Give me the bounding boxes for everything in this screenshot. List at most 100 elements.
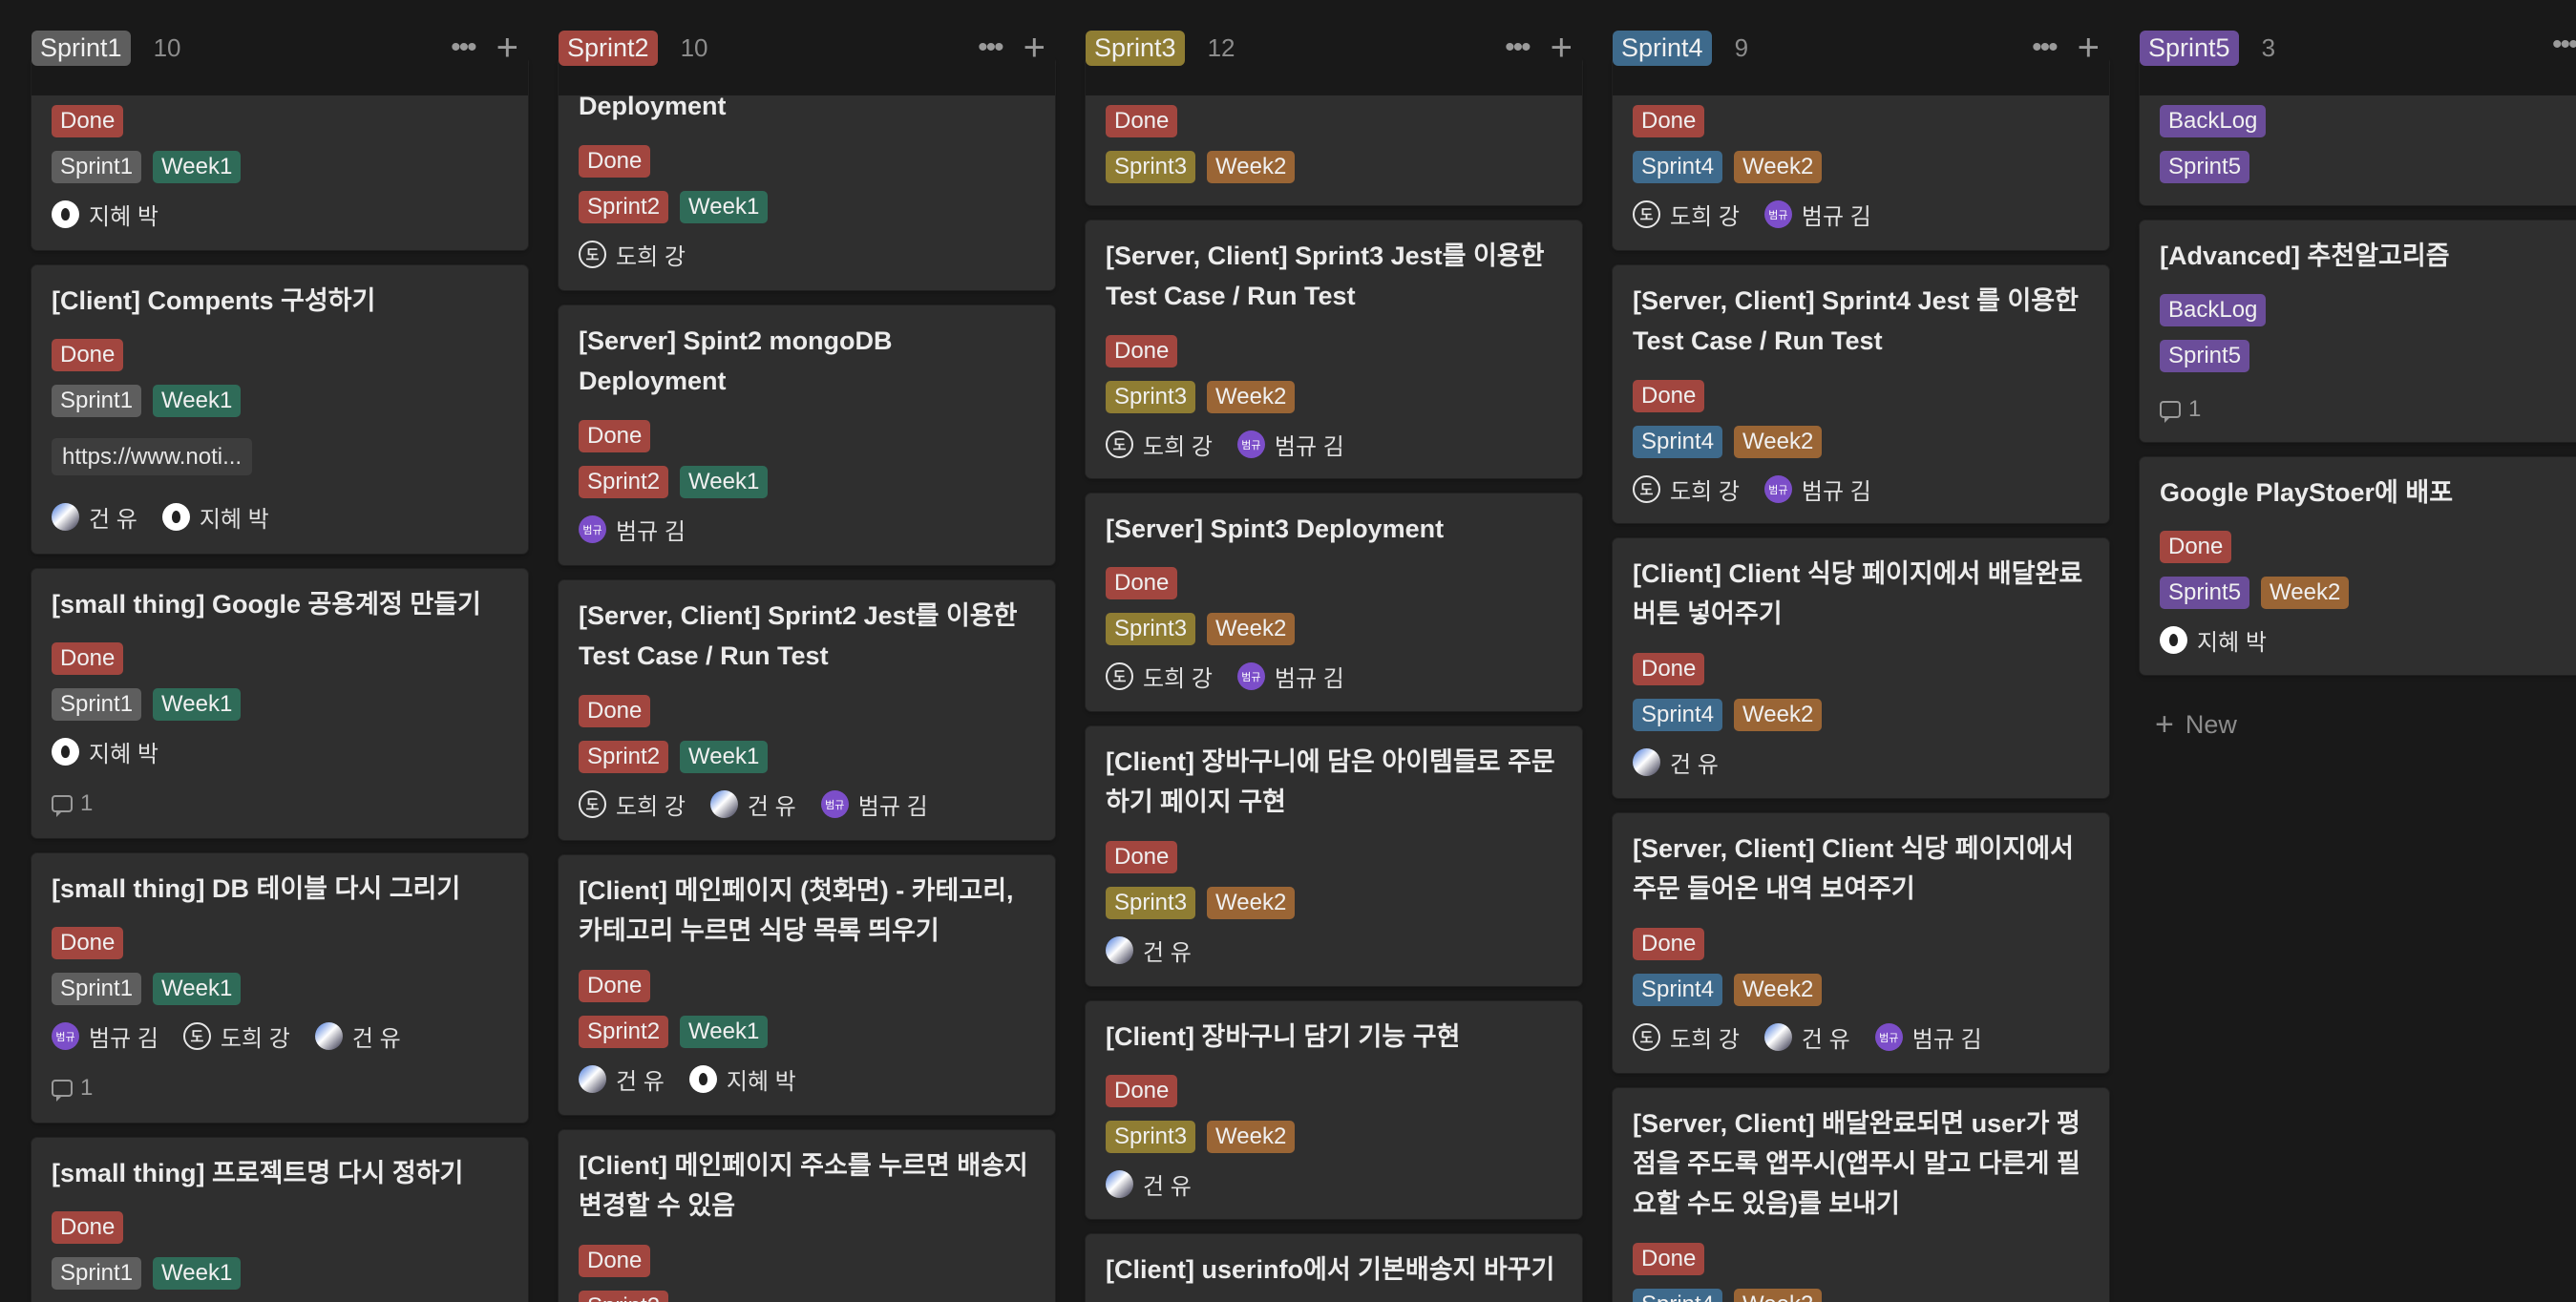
card-title: [Advanced] 추천알고리즘 [2160,242,2450,270]
assignee: 범규 범규 김 [1763,472,1871,506]
avatar: 도 [1633,1023,1660,1051]
week-tag: Week2 [1734,974,1823,1006]
card[interactable]: [Client] 메인페이지 주소를 누르면 배송지 변경할 수 있음 Done… [559,1130,1055,1302]
sprint-tag: Sprint3 [1106,151,1196,183]
sprint-tag: Sprint3 [1106,1121,1196,1153]
assignee: 범규 범규 김 [1236,660,1344,693]
more-options-icon[interactable]: ••• [451,33,476,62]
more-options-icon[interactable]: ••• [2552,31,2576,59]
card[interactable]: [Server] Spint3 Deployment Done Sprint3 … [1086,494,1582,711]
column-title[interactable]: Sprint3 [1086,30,1185,66]
card[interactable]: [Server, Client] Sprint3 Jest를 이용한 Test … [1086,220,1582,478]
comment-icon [52,1080,73,1102]
comment-icon [52,795,73,817]
card[interactable]: [Client] Client 식당 페이지에서 배달완료 버튼 넣어주기 Do… [1613,538,2109,798]
more-options-icon[interactable]: ••• [978,33,1003,62]
status-tag: Done [1106,841,1178,873]
week-tag: Week2 [1207,151,1296,183]
new-card-button[interactable]: + New [2155,706,2237,744]
card-title: [Client] userinfo에서 기본배송지 바꾸기 [1106,1255,1555,1284]
card-title: Google PlayStoer에 배포 [2160,478,2454,507]
status-tag: Done [1633,653,1705,685]
status-tag: Done [1633,928,1705,960]
status-tag: Done [1633,105,1705,137]
card[interactable]: [small thing] 프로젝트명 다시 정하기 Done Sprint1 … [32,1138,528,1302]
card[interactable]: Google PlayStoer에 배포 Done Sprint5 Week2 … [2140,457,2576,675]
card-title: [Server] Spint2 mongoDB Deployment [579,326,893,395]
avatar [2160,626,2187,654]
avatar: 범규 [820,790,849,818]
status-tag: Done [2160,531,2232,563]
assignee: 건 유 [709,788,796,821]
column-title[interactable]: Sprint5 [2140,30,2239,66]
week-tag: Week1 [680,466,769,498]
plus-icon: + [2155,706,2174,743]
assignee: 도 도희 강 [1106,428,1213,461]
card[interactable]: [Server, Client] Client 식당 페이지에서 주문 들어온 … [1613,813,2109,1073]
card[interactable]: [Server, Client] 배달완료되면 user가 평점을 주도록 앱푸… [1613,1088,2109,1302]
avatar [1106,936,1133,964]
card[interactable]: [Client] 메인페이지 (첫화면) - 카테고리, 카테고리 누르면 식당… [559,855,1055,1115]
status-tag: Done [1106,105,1178,137]
week-tag: Week1 [153,1257,242,1290]
status-tag: Done [52,1211,124,1244]
more-options-icon[interactable]: ••• [1505,33,1531,62]
sprint-tag: Sprint2 [579,466,669,498]
assignee: 도 도희 강 [579,788,686,821]
avatar [314,1022,343,1050]
avatar: 도 [1633,200,1660,228]
card[interactable]: [Client] userinfo에서 기본배송지 바꾸기 [1086,1234,1582,1302]
sprint-tag: Sprint4 [1633,699,1723,731]
sprint-tag: Sprint2 [579,191,669,223]
sprint-tag: Sprint3 [1106,381,1196,413]
add-card-icon[interactable]: + [1024,29,1045,67]
card-title: [Client] Client 식당 페이지에서 배달완료 버튼 넣어주기 [1633,559,2083,628]
card-title: [small thing] DB 테이블 다시 그리기 [52,874,461,903]
card[interactable]: [Server, Client] Sprint4 Jest 를 이용한 Test… [1613,265,2109,523]
card[interactable]: [small thing] Google 공용계정 만들기 Done Sprin… [32,569,528,838]
add-card-icon[interactable]: + [1551,29,1573,67]
assignee: 지혜 박 [2160,623,2267,657]
avatar: 도 [579,241,606,268]
assignee: 범규 범규 김 [1236,428,1344,461]
card[interactable]: [Client] Compents 구성하기 Done Sprint1 Week… [32,265,528,554]
card-title: [Client] 장바구니에 담은 아이템들로 주문하기 페이지 구현 [1106,747,1555,816]
card[interactable]: [Server, Client] Sprint2 Jest를 이용한 Test … [559,580,1055,840]
week-tag: Week2 [2261,577,2350,609]
card-title: [Server] Spint3 Deployment [1106,514,1445,543]
status-tag: Done [579,1245,651,1277]
column-title[interactable]: Sprint4 [1613,30,1712,66]
avatar: 범규 [1236,662,1265,690]
column-header: Sprint1 10 ••• + [32,0,528,95]
card[interactable]: [Client] 장바구니 담기 기능 구현 Done Sprint3 Week… [1086,1001,1582,1219]
status-tag: Done [1633,380,1705,412]
card[interactable]: [small thing] DB 테이블 다시 그리기 Done Sprint1… [32,853,528,1123]
assignee: 도 도희 강 [579,238,686,271]
sprint-tag: Sprint1 [52,385,142,417]
column-title[interactable]: Sprint1 [32,30,131,66]
add-card-icon[interactable]: + [496,29,518,67]
card[interactable]: [Advanced] 추천알고리즘 BackLog Sprint5 1 [2140,220,2576,442]
card-title: [Server, Client] 배달완료되면 user가 평점을 주도록 앱푸… [1633,1109,2080,1218]
link-chip[interactable]: https://www.noti... [52,438,253,475]
assignee: 건 유 [579,1062,665,1096]
avatar [688,1065,717,1093]
more-options-icon[interactable]: ••• [2032,33,2058,62]
assignee: 범규 범규 김 [1763,198,1871,231]
sprint-tag: Sprint1 [52,151,142,183]
card-title: [Server, Client] Sprint3 Jest를 이용한 Test … [1106,242,1545,310]
column-title[interactable]: Sprint2 [559,30,658,66]
card[interactable]: [Client] 장바구니에 담은 아이템들로 주문하기 페이지 구현 Done… [1086,726,1582,986]
assignee: 건 유 [52,500,137,534]
avatar: 범규 [1874,1023,1903,1051]
status-tag: Done [579,695,651,727]
add-card-icon[interactable]: + [2078,29,2100,67]
comment-count: 1 [52,790,93,817]
sprint-tag: Sprint2 [579,1291,669,1302]
avatar: 도 [1106,662,1133,690]
status-tag: Done [52,105,124,137]
sprint-tag: Sprint5 [2160,577,2250,609]
week-tag: Week1 [153,973,242,1005]
assignee: 도 도희 강 [182,1019,290,1053]
card[interactable]: [Server] Spint2 mongoDB Deployment Done … [559,305,1055,565]
